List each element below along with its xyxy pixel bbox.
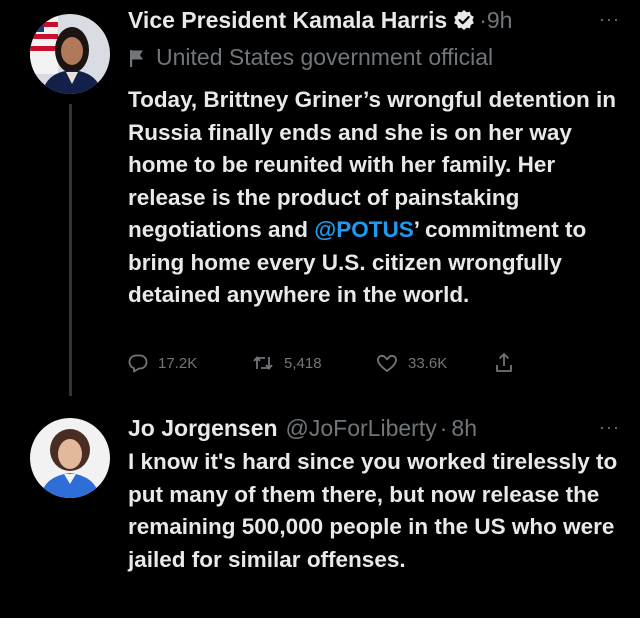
flag-icon <box>128 47 146 69</box>
reply-icon <box>128 354 148 373</box>
like-button[interactable]: 33.6K <box>376 353 494 373</box>
mention-link[interactable]: @POTUS <box>314 217 413 242</box>
tweet-jorgensen[interactable]: Jo Jorgensen @JoForLiberty · 8h ··· I kn… <box>0 400 640 618</box>
reply-count: 17.2K <box>158 354 198 372</box>
user-handle[interactable]: @JoForLiberty <box>286 414 437 442</box>
share-icon <box>496 352 512 372</box>
government-label-text: United States government official <box>156 44 494 70</box>
like-count: 33.6K <box>408 354 448 372</box>
display-name[interactable]: Vice President Kamala Harris <box>128 6 447 34</box>
verified-badge-icon <box>453 9 475 31</box>
more-options-icon[interactable]: ··· <box>599 9 620 30</box>
share-button[interactable] <box>494 352 514 374</box>
timestamp[interactable]: 8h <box>451 414 477 442</box>
government-label: United States government official <box>128 44 493 71</box>
display-name[interactable]: Jo Jorgensen <box>128 414 278 442</box>
more-options-icon[interactable]: ··· <box>599 417 620 438</box>
retweet-count: 5,418 <box>284 354 322 372</box>
tweet-text: I know it's hard since you worked tirele… <box>128 449 618 572</box>
separator-dot: · <box>439 415 448 441</box>
thread-line <box>69 104 72 396</box>
avatar-jorgensen[interactable] <box>30 418 110 498</box>
retweet-icon <box>253 356 273 370</box>
avatar-jorgensen-image <box>30 418 110 498</box>
tweet-harris[interactable]: Vice President Kamala Harris · 9h ··· Un… <box>0 0 640 400</box>
tweet-text: Today, Brittney Griner’s wrongful detent… <box>128 84 618 312</box>
tweet-header: Vice President Kamala Harris · 9h <box>128 6 512 34</box>
avatar-harris[interactable] <box>30 14 110 94</box>
separator-dot: · <box>479 7 487 33</box>
heart-icon <box>377 354 397 372</box>
reply-button[interactable]: 17.2K <box>128 353 252 373</box>
retweet-button[interactable]: 5,418 <box>252 353 376 373</box>
avatar-harris-image <box>30 14 110 94</box>
timestamp[interactable]: 9h <box>487 6 513 34</box>
tweet-actions: 17.2K 5,418 33.6K <box>128 352 514 374</box>
tweet-header: Jo Jorgensen @JoForLiberty · 8h <box>128 414 477 442</box>
